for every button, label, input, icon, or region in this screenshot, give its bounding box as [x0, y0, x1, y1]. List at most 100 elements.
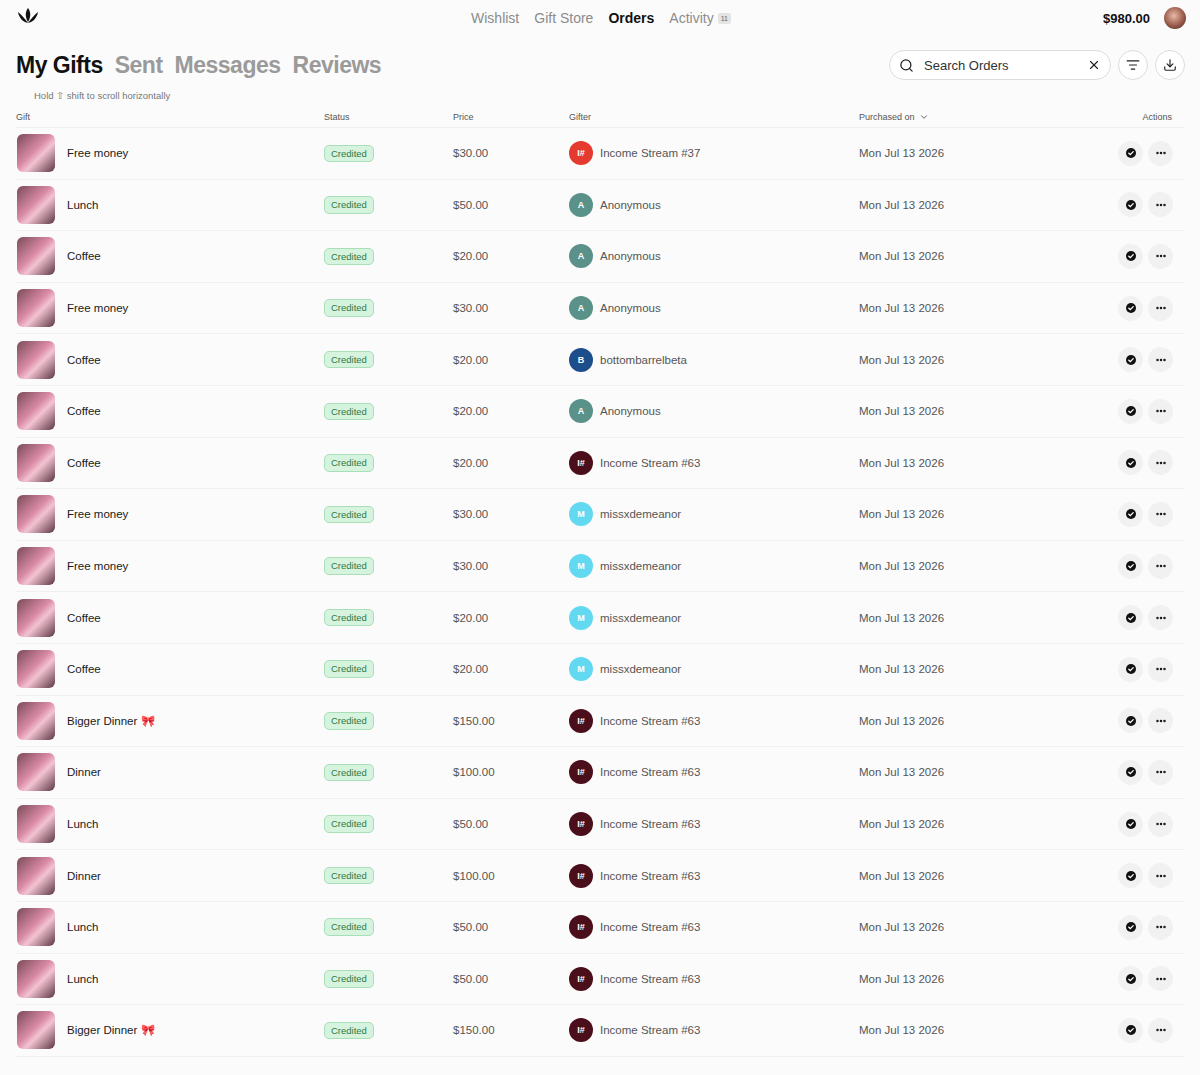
clear-icon[interactable]	[1087, 58, 1101, 72]
confirm-button[interactable]	[1118, 244, 1143, 269]
column-header[interactable]: Actions	[1104, 112, 1184, 122]
confirm-button[interactable]	[1118, 296, 1143, 321]
table-row[interactable]: Bigger Dinner 🎀Credited$150.00I#Income S…	[16, 1005, 1184, 1057]
table-row[interactable]: CoffeeCredited$20.00AAnonymousMon Jul 13…	[16, 231, 1184, 283]
nav-link[interactable]: Wishlist	[471, 10, 519, 26]
tab[interactable]: My Gifts	[16, 52, 103, 79]
more-button[interactable]	[1148, 554, 1173, 579]
filter-icon	[1126, 58, 1140, 72]
gifter-cell: I#Income Stream #63	[569, 915, 859, 939]
table-row[interactable]: LunchCredited$50.00I#Income Stream #63Mo…	[16, 954, 1184, 1006]
purchase-date: Mon Jul 13 2026	[859, 250, 1104, 262]
tab[interactable]: Messages	[175, 52, 281, 79]
gifter-name: Income Stream #63	[600, 1024, 700, 1036]
more-button[interactable]	[1148, 502, 1173, 527]
column-header[interactable]: Status	[324, 112, 453, 122]
confirm-button[interactable]	[1118, 450, 1143, 475]
column-header[interactable]: Price	[453, 112, 569, 122]
filter-button[interactable]	[1118, 50, 1148, 80]
purchase-date: Mon Jul 13 2026	[859, 457, 1104, 469]
table-row[interactable]: Free moneyCredited$30.00MmissxdemeanorMo…	[16, 489, 1184, 541]
confirm-button[interactable]	[1118, 141, 1143, 166]
purchase-date: Mon Jul 13 2026	[859, 405, 1104, 417]
row-actions	[1104, 244, 1184, 269]
confirm-button[interactable]	[1118, 915, 1143, 940]
table-row[interactable]: Bigger Dinner 🎀Credited$150.00I#Income S…	[16, 696, 1184, 748]
more-button[interactable]	[1148, 812, 1173, 837]
confirm-button[interactable]	[1118, 399, 1143, 424]
more-button[interactable]	[1148, 399, 1173, 424]
table-row[interactable]: LunchCredited$50.00AAnonymousMon Jul 13 …	[16, 180, 1184, 232]
confirm-button[interactable]	[1118, 966, 1143, 991]
more-button[interactable]	[1148, 915, 1173, 940]
gifter-name: Income Stream #63	[600, 870, 700, 882]
status-pill: Credited	[324, 145, 374, 163]
confirm-button[interactable]	[1118, 192, 1143, 217]
confirm-button[interactable]	[1118, 347, 1143, 372]
table-row[interactable]: Free moneyCredited$30.00I#Income Stream …	[16, 128, 1184, 180]
more-button[interactable]	[1148, 966, 1173, 991]
status-pill: Credited	[324, 609, 374, 627]
confirm-button[interactable]	[1118, 812, 1143, 837]
more-button[interactable]	[1148, 1018, 1173, 1043]
user-avatar[interactable]	[1164, 7, 1186, 29]
gifter-avatar: M	[569, 657, 593, 681]
search-input[interactable]	[922, 57, 1079, 74]
confirm-button[interactable]	[1118, 502, 1143, 527]
more-button[interactable]	[1148, 141, 1173, 166]
table-row[interactable]: LunchCredited$50.00I#Income Stream #63Mo…	[16, 799, 1184, 851]
tab[interactable]: Sent	[115, 52, 163, 79]
table-row[interactable]: Free moneyCredited$30.00AAnonymousMon Ju…	[16, 283, 1184, 335]
nav-link[interactable]: Activity11	[669, 10, 731, 26]
tab[interactable]: Reviews	[293, 52, 382, 79]
table-row[interactable]: LunchCredited$50.00I#Income Stream #63Mo…	[16, 902, 1184, 954]
more-button[interactable]	[1148, 296, 1173, 321]
table-row[interactable]: CoffeeCredited$20.00MmissxdemeanorMon Ju…	[16, 592, 1184, 644]
nav-link[interactable]: Orders	[608, 10, 654, 26]
confirm-button[interactable]	[1118, 657, 1143, 682]
column-header[interactable]: Gifter	[569, 112, 859, 122]
status-pill: Credited	[324, 970, 374, 988]
more-button[interactable]	[1148, 760, 1173, 785]
table-row[interactable]: CoffeeCredited$20.00I#Income Stream #63M…	[16, 438, 1184, 490]
scroll-hint: Hold ⇧ shift to scroll horizontally	[0, 90, 1200, 102]
status-pill: Credited	[324, 867, 374, 885]
gift-cell: Free money	[16, 134, 324, 172]
orders-table: GiftStatusPriceGifterPurchased onActions…	[16, 106, 1184, 1057]
price: $50.00	[453, 818, 569, 830]
column-header[interactable]: Gift	[16, 112, 324, 122]
table-row[interactable]: CoffeeCredited$20.00MmissxdemeanorMon Ju…	[16, 644, 1184, 696]
logo-icon[interactable]	[16, 6, 40, 26]
more-button[interactable]	[1148, 863, 1173, 888]
more-button[interactable]	[1148, 450, 1173, 475]
confirm-button[interactable]	[1118, 760, 1143, 785]
table-row[interactable]: CoffeeCredited$20.00AAnonymousMon Jul 13…	[16, 386, 1184, 438]
column-header[interactable]: Purchased on	[859, 112, 1104, 122]
confirm-button[interactable]	[1118, 554, 1143, 579]
confirm-button[interactable]	[1118, 863, 1143, 888]
gift-cell: Dinner	[16, 857, 324, 895]
confirm-button[interactable]	[1118, 605, 1143, 630]
gift-thumbnail	[17, 702, 55, 740]
more-button[interactable]	[1148, 192, 1173, 217]
confirm-button[interactable]	[1118, 708, 1143, 733]
more-button[interactable]	[1148, 605, 1173, 630]
purchase-date: Mon Jul 13 2026	[859, 870, 1104, 882]
download-button[interactable]	[1155, 50, 1185, 80]
row-actions	[1104, 450, 1184, 475]
gifter-avatar: I#	[569, 915, 593, 939]
more-button[interactable]	[1148, 708, 1173, 733]
more-button[interactable]	[1148, 657, 1173, 682]
nav-link[interactable]: Gift Store	[534, 10, 593, 26]
more-button[interactable]	[1148, 244, 1173, 269]
more-button[interactable]	[1148, 347, 1173, 372]
gifter-name: missxdemeanor	[600, 508, 681, 520]
check-circle-icon	[1126, 200, 1136, 210]
confirm-button[interactable]	[1118, 1018, 1143, 1043]
table-row[interactable]: DinnerCredited$100.00I#Income Stream #63…	[16, 747, 1184, 799]
table-row[interactable]: Free moneyCredited$30.00MmissxdemeanorMo…	[16, 541, 1184, 593]
status-pill: Credited	[324, 248, 374, 266]
table-row[interactable]: CoffeeCredited$20.00BbottombarrelbetaMon…	[16, 334, 1184, 386]
search-box[interactable]	[889, 50, 1111, 80]
table-row[interactable]: DinnerCredited$100.00I#Income Stream #63…	[16, 850, 1184, 902]
